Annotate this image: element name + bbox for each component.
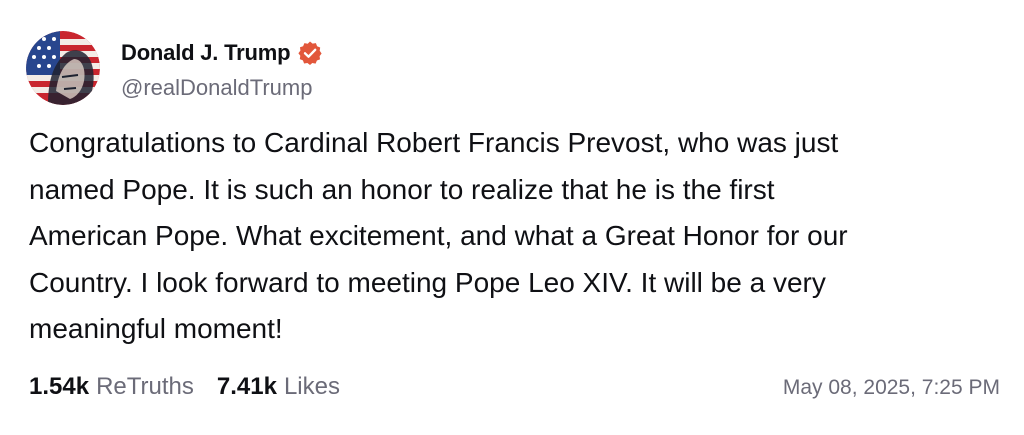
likes-label: Likes xyxy=(283,373,340,400)
post-stats: 1.54k ReTruths 7.41k Likes xyxy=(29,373,340,401)
avatar[interactable] xyxy=(26,31,100,105)
post-card: Donald J. Trump @realDonaldTrump Congrat… xyxy=(0,0,1024,435)
verified-badge-icon xyxy=(297,40,323,66)
avatar-image xyxy=(26,31,100,105)
retruths-stat[interactable]: 1.54k ReTruths xyxy=(29,373,194,401)
author-name-row: Donald J. Trump xyxy=(121,36,323,70)
post-timestamp[interactable]: May 08, 2025, 7:25 PM xyxy=(783,376,1000,400)
likes-count: 7.41k xyxy=(216,373,277,400)
retruths-label: ReTruths xyxy=(96,373,194,400)
post-text: Congratulations to Cardinal Robert Franc… xyxy=(29,127,848,344)
retruths-count: 1.54k xyxy=(29,373,90,400)
author-handle[interactable]: @realDonaldTrump xyxy=(121,75,312,101)
display-name[interactable]: Donald J. Trump xyxy=(121,40,291,66)
likes-stat[interactable]: 7.41k Likes xyxy=(217,373,340,401)
